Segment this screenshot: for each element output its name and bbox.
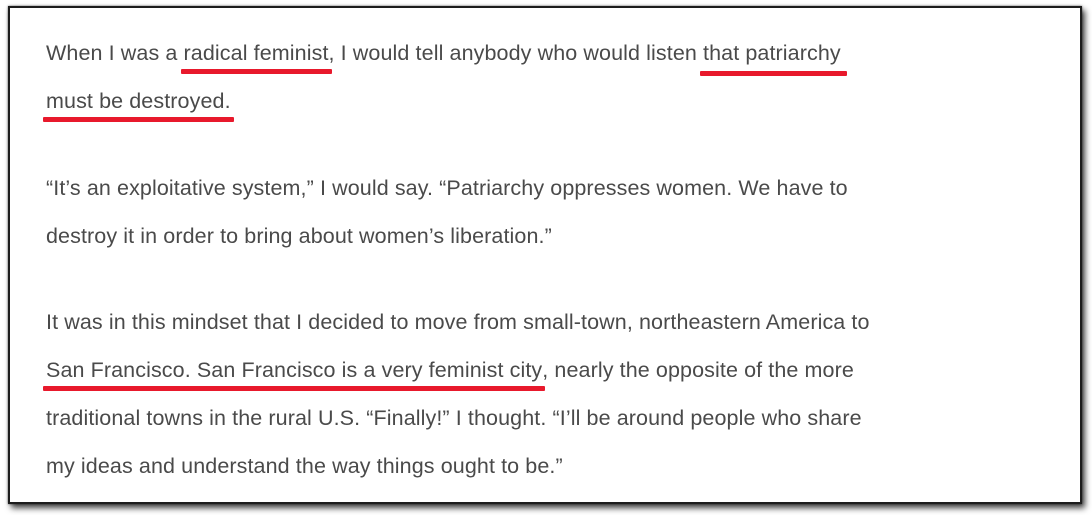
quote-card: When I was a radical feminist, I would t… [8, 6, 1082, 504]
highlight-must-be-destroyed: must be destroyed. [43, 89, 234, 122]
highlight-that-patriarchy: that patriarchy [700, 41, 847, 76]
paragraph-2-line-1: “It’s an exploitative system,” I would s… [46, 176, 848, 200]
red-underline [43, 386, 546, 391]
highlight-text: that patriarchy [703, 41, 841, 65]
highlight-text: San Francisco. San Francisco is a very f… [46, 358, 543, 382]
paragraph-2: “It’s an exploitative system,” I would s… [46, 164, 1066, 260]
paragraph-1: When I was a radical feminist, I would t… [43, 29, 1066, 125]
paragraph-1-line-2: must be destroyed. [43, 77, 1066, 125]
red-underline [700, 71, 847, 76]
highlight-radical-feminist: radical feminist [180, 41, 332, 74]
paragraph-3: It was in this mindset that I decided to… [43, 298, 1066, 490]
red-underline [43, 117, 234, 122]
paragraph-3-line-4: my ideas and understand the way things o… [46, 454, 563, 478]
text-segment: , I would tell anybody who would listen [328, 41, 704, 65]
paragraph-3-line-1: It was in this mindset that I decided to… [46, 310, 870, 334]
highlight-san-francisco: San Francisco. San Francisco is a very f… [43, 358, 546, 391]
red-underline [180, 69, 332, 74]
text-segment: When I was a [46, 41, 184, 65]
paragraph-3-line-3: traditional towns in the rural U.S. “Fin… [46, 406, 862, 430]
paragraph-1-line-1: When I was a radical feminist, I would t… [46, 29, 1066, 77]
highlight-text: radical feminist [183, 41, 329, 65]
text-segment: , nearly the opposite of the more [542, 358, 854, 382]
text-segment: . [224, 89, 231, 113]
paragraph-2-line-2: destroy it in order to bring about women… [46, 224, 552, 248]
paragraph-3-line-2: San Francisco. San Francisco is a very f… [43, 346, 1066, 394]
highlight-text: must be destroyed [46, 89, 225, 113]
